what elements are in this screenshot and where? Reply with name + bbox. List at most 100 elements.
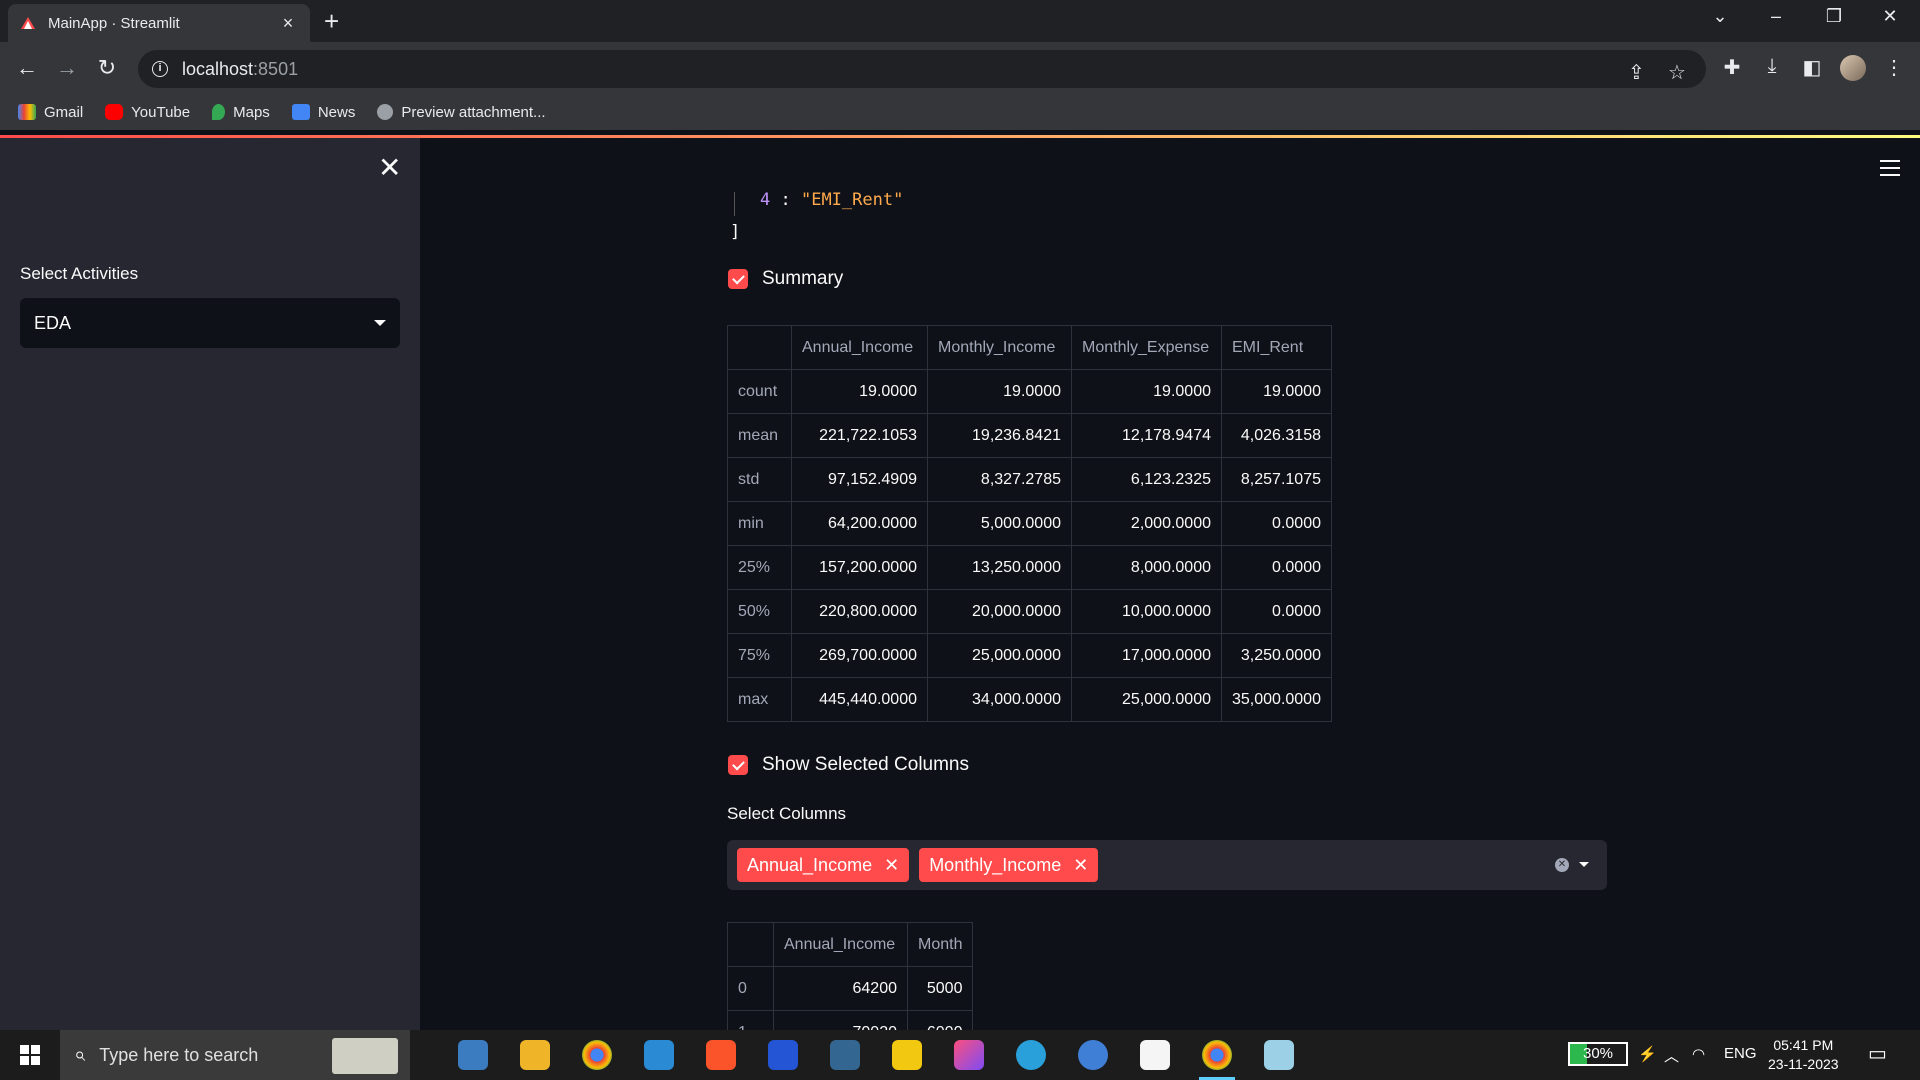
row-index-cell[interactable]: 50% (727, 589, 792, 634)
row-index-cell[interactable]: std (727, 457, 792, 502)
table-cell[interactable]: 25,000.0000 (1071, 677, 1222, 722)
table-cell[interactable]: 8,000.0000 (1071, 545, 1222, 590)
desktop-app-icon[interactable] (458, 1040, 488, 1070)
row-index-cell[interactable]: 75% (727, 633, 792, 678)
table-cell[interactable]: 221,722.1053 (791, 413, 928, 458)
forward-button[interactable]: → (52, 55, 82, 81)
row-index-cell[interactable]: count (727, 369, 792, 414)
column-header[interactable]: Annual_Income (791, 325, 928, 370)
notifications-icon[interactable]: ▭ (1868, 1041, 1887, 1066)
table-cell[interactable]: 6000 (906, 1010, 974, 1030)
telegram-icon[interactable] (1016, 1040, 1046, 1070)
tab-search-icon[interactable]: ⌄ (1700, 6, 1740, 27)
table-cell[interactable]: 269,700.0000 (791, 633, 928, 678)
table-cell[interactable]: 97,152.4909 (791, 457, 928, 502)
vscode-icon[interactable] (644, 1040, 674, 1070)
minimize-button[interactable]: – (1756, 6, 1796, 27)
bookmark-preview-attachment[interactable]: Preview attachment... (377, 104, 546, 121)
notion-icon[interactable] (1140, 1040, 1170, 1070)
row-index-cell[interactable]: min (727, 501, 792, 546)
profile-avatar[interactable] (1840, 55, 1866, 81)
column-header[interactable]: EMI_Rent (1221, 325, 1332, 370)
table-cell[interactable]: 5,000.0000 (927, 501, 1072, 546)
table-cell[interactable]: 12,178.9474 (1071, 413, 1222, 458)
table-cell[interactable]: 0.0000 (1221, 545, 1332, 590)
site-info-icon[interactable]: i (152, 61, 168, 77)
table-cell[interactable]: 25,000.0000 (927, 633, 1072, 678)
chip-remove-icon[interactable]: ✕ (1073, 855, 1088, 876)
table-cell[interactable]: 20,000.0000 (927, 589, 1072, 634)
browser-menu-icon[interactable]: ⋮ (1880, 55, 1908, 80)
table-cell[interactable]: 19.0000 (791, 369, 928, 414)
table-cell[interactable]: 19.0000 (1071, 369, 1222, 414)
table-cell[interactable]: 19,236.8421 (927, 413, 1072, 458)
table-cell[interactable]: 17,000.0000 (1071, 633, 1222, 678)
table-cell[interactable]: 8,257.1075 (1221, 457, 1332, 502)
table-cell[interactable]: 64200 (773, 966, 908, 1011)
notepad-icon[interactable] (1264, 1040, 1294, 1070)
table-cell[interactable]: 3,250.0000 (1221, 633, 1332, 678)
table-cell[interactable]: 6,123.2325 (1071, 457, 1222, 502)
sidebar-close-icon[interactable]: ✕ (378, 154, 401, 182)
file-explorer-icon[interactable] (520, 1040, 550, 1070)
close-window-button[interactable]: ✕ (1870, 6, 1910, 27)
share-icon[interactable]: ⇪ (1628, 60, 1645, 85)
table-cell[interactable]: 19.0000 (927, 369, 1072, 414)
table-cell[interactable]: 220,800.0000 (791, 589, 928, 634)
battery-indicator[interactable]: 30% (1568, 1042, 1628, 1066)
tab-close-icon[interactable]: × (278, 13, 298, 34)
summary-checkbox[interactable]: Summary (728, 268, 843, 290)
qbittorrent-icon[interactable] (1078, 1040, 1108, 1070)
main-menu-icon[interactable] (1880, 160, 1900, 181)
postgresql-icon[interactable] (830, 1040, 860, 1070)
bookmark-maps[interactable]: Maps (212, 104, 270, 121)
l-app-icon[interactable] (768, 1040, 798, 1070)
brave-browser-icon[interactable] (706, 1040, 736, 1070)
table-cell[interactable]: 34,000.0000 (927, 677, 1072, 722)
column-chip-monthly-income[interactable]: Monthly_Income ✕ (919, 848, 1099, 882)
column-header[interactable]: Annual_Income (773, 922, 908, 967)
language-indicator[interactable]: ENG (1724, 1045, 1757, 1062)
downloads-icon[interactable]: ⤓ (1758, 55, 1786, 78)
table-cell[interactable]: 8,327.2785 (927, 457, 1072, 502)
taskbar-search-box[interactable]: ⌕ Type here to search (60, 1030, 410, 1080)
clear-all-icon[interactable]: ✕ (1555, 858, 1569, 872)
bookmark-news[interactable]: News (291, 104, 355, 121)
back-button[interactable]: ← (12, 55, 42, 81)
extensions-icon[interactable]: ✚ (1718, 55, 1746, 80)
chrome-icon[interactable] (582, 1040, 612, 1070)
bookmark-youtube[interactable]: YouTube (105, 104, 190, 121)
table-cell[interactable]: 157,200.0000 (791, 545, 928, 590)
row-index-cell[interactable]: 1 (727, 1010, 774, 1030)
column-chip-annual-income[interactable]: Annual_Income ✕ (737, 848, 910, 882)
row-index-cell[interactable]: 25% (727, 545, 792, 590)
table-cell[interactable]: 64,200.0000 (791, 501, 928, 546)
restore-button[interactable]: ❐ (1814, 6, 1854, 27)
reload-button[interactable]: ↻ (92, 55, 122, 81)
chrome-active-icon[interactable] (1202, 1040, 1232, 1070)
chevron-down-icon[interactable] (1579, 862, 1589, 867)
address-bar[interactable]: i localhost:8501 ⇪ ☆ (138, 50, 1706, 88)
intellij-icon[interactable] (954, 1040, 984, 1070)
browser-tab[interactable]: MainApp · Streamlit × (8, 4, 310, 42)
wifi-icon[interactable]: ◠ (1692, 1045, 1705, 1063)
column-header[interactable]: Monthly_Expense (1071, 325, 1222, 370)
summary-dataframe[interactable]: Annual_Income Monthly_Income Monthly_Exp… (727, 325, 1332, 722)
windows-start-icon[interactable] (20, 1045, 40, 1065)
activities-select[interactable]: EDA (20, 298, 400, 348)
column-header[interactable]: Month (906, 922, 974, 967)
table-cell[interactable]: 0.0000 (1221, 501, 1332, 546)
show-selected-columns-checkbox[interactable]: Show Selected Columns (728, 754, 969, 776)
bookmark-gmail[interactable]: Gmail (18, 104, 83, 121)
table-cell[interactable]: 0.0000 (1221, 589, 1332, 634)
table-cell[interactable]: 13,250.0000 (927, 545, 1072, 590)
row-index-cell[interactable]: max (727, 677, 792, 722)
row-index-cell[interactable]: mean (727, 413, 792, 458)
chip-remove-icon[interactable]: ✕ (884, 855, 899, 876)
table-cell[interactable]: 35,000.0000 (1221, 677, 1332, 722)
selected-columns-dataframe[interactable]: Annual_Income Month 06420050001700206000 (727, 922, 974, 1030)
table-cell[interactable]: 70020 (773, 1010, 908, 1030)
table-cell[interactable]: 5000 (906, 966, 974, 1011)
clock[interactable]: 05:41 PM 23-11-2023 (1768, 1036, 1839, 1074)
column-header[interactable]: Monthly_Income (927, 325, 1072, 370)
